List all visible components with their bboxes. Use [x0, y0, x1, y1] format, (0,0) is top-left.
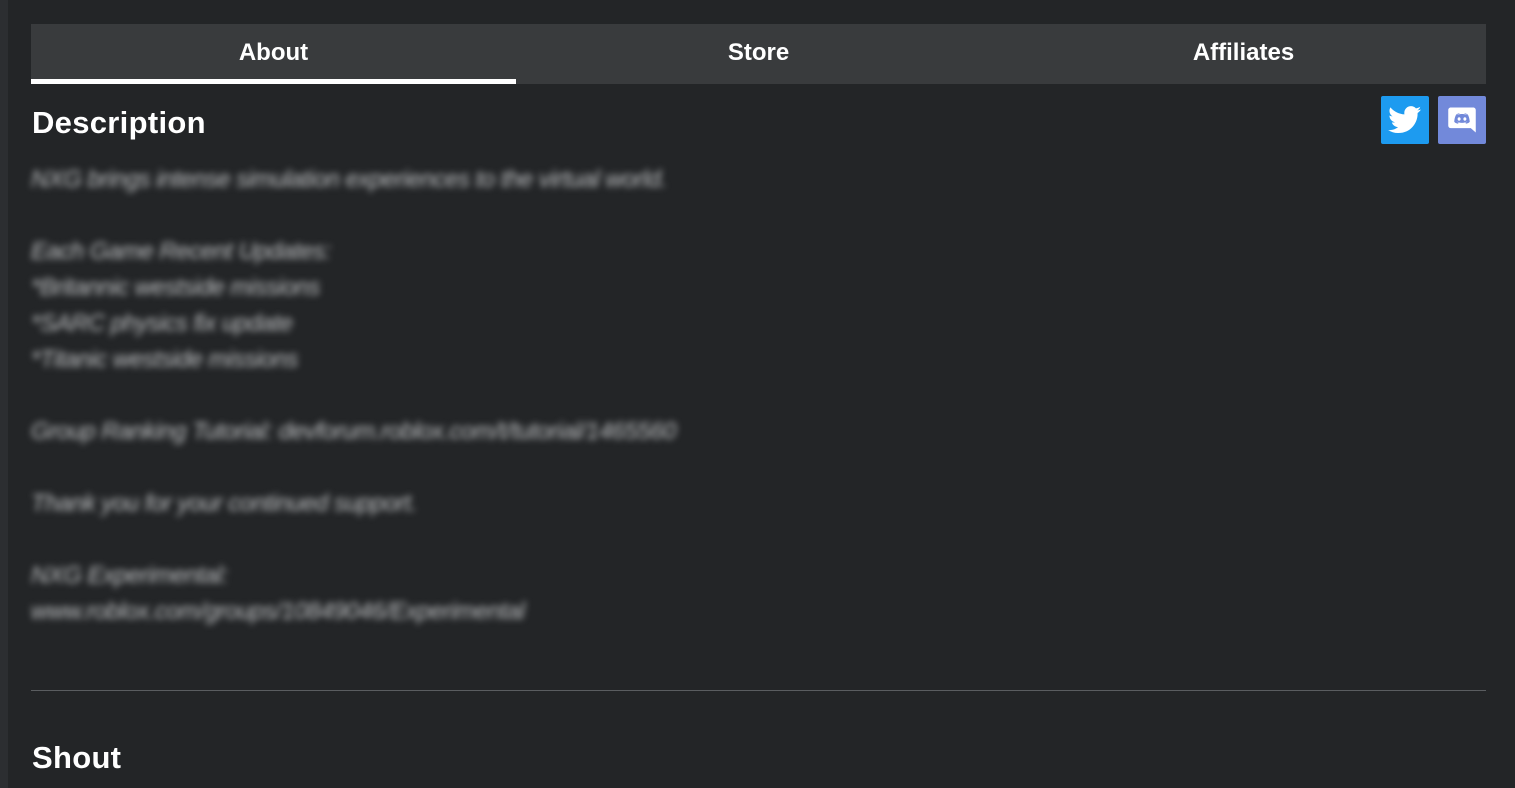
twitter-icon: [1388, 106, 1422, 134]
tab-about-label: About: [238, 39, 309, 66]
description-heading: Description: [32, 105, 206, 140]
description-line: NXG brings intense simulation experience…: [31, 166, 667, 193]
discord-button[interactable]: [1438, 96, 1486, 144]
description-line: NXG Experimental:: [31, 562, 228, 589]
description-line: Each Game Recent Updates:: [31, 238, 331, 265]
twitter-button[interactable]: [1381, 96, 1429, 144]
discord-icon: [1448, 107, 1476, 133]
description-link-line[interactable]: Group Ranking Tutorial: devforum.roblox.…: [31, 414, 931, 450]
description-link-line[interactable]: www.roblox.com/groups/10849046/Experimen…: [31, 594, 931, 630]
description-line: *Britannic westside missions: [31, 274, 320, 301]
group-tabs: About Store Affiliates: [31, 24, 1486, 84]
section-divider: [31, 690, 1486, 691]
group-about-page: About Store Affiliates Description NXG b…: [31, 0, 1486, 788]
description-line: Thank you for your continued support.: [31, 490, 417, 517]
tab-store[interactable]: Store: [516, 24, 1001, 84]
tab-affiliates[interactable]: Affiliates: [1001, 24, 1486, 84]
tab-affiliates-label: Affiliates: [1192, 39, 1295, 66]
description-text: NXG brings intense simulation experience…: [31, 162, 931, 630]
tab-store-label: Store: [727, 39, 790, 66]
description-line: *Titanic westside missions: [31, 346, 298, 373]
social-links: [1381, 96, 1486, 144]
tab-about[interactable]: About: [31, 24, 516, 84]
shout-heading: Shout: [32, 740, 122, 775]
description-line: *SARC physics fix update: [31, 310, 293, 337]
left-edge-strip: [0, 0, 8, 788]
